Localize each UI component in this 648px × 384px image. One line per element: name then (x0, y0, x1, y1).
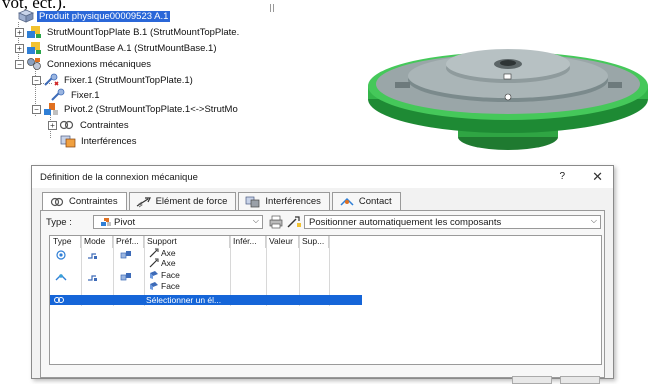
constraints-icon (49, 196, 65, 208)
pivot-icon (101, 218, 111, 226)
ok-button[interactable] (512, 376, 552, 384)
expand-icon[interactable]: + (48, 120, 57, 130)
constraints-panel: Type : Pivot ⌵ Positionner automatiqueme… (40, 210, 605, 378)
expand-icon[interactable]: + (15, 43, 24, 53)
tree-item-connexions[interactable]: − Connexions mécaniques (15, 56, 153, 72)
positioning-dropdown-value: Positionner automatiquement les composan… (309, 217, 502, 228)
select-element-prompt: Sélectionner un él... (146, 295, 222, 305)
part-icon (26, 25, 42, 39)
connections-icon (26, 57, 42, 71)
support-cell[interactable]: Axe (149, 248, 176, 258)
support-value: Axe (161, 248, 176, 258)
tree-item-label: Connexions mécaniques (47, 58, 152, 70)
dialog-title: Définition de la connexion mécanique (32, 166, 613, 188)
column-header-inference[interactable]: Infér... (230, 236, 266, 248)
contact-constraint-icon[interactable] (55, 272, 67, 282)
fix-constraint-icon (50, 88, 66, 102)
tab-label: Interférences (265, 196, 321, 207)
close-icon[interactable]: ✕ (592, 169, 603, 185)
tree-item-label: StrutMountTopPlate B.1 (StrutMountTopPla… (47, 26, 240, 38)
type-dropdown[interactable]: Pivot ⌵ (93, 215, 263, 229)
constraints-table: Type Mode Préf... Support Infér... Valeu… (49, 235, 602, 365)
tree-root-label: Produit physique00009523 A.1 (37, 10, 171, 22)
tab-label: Contraintes (69, 196, 118, 207)
constraints-icon (59, 118, 75, 132)
tab-contraintes[interactable]: Contraintes (42, 192, 127, 211)
expand-icon[interactable]: + (15, 27, 24, 37)
support-value: Face (161, 281, 180, 291)
tree-item-contraintes[interactable]: + Contraintes (48, 117, 131, 133)
tab-label: Elément de force (155, 196, 228, 207)
face-icon (150, 271, 158, 279)
cancel-button[interactable] (560, 376, 600, 384)
mode-icon[interactable] (87, 272, 99, 282)
tree-item-pivot[interactable]: − Pivot.2 (StrutMountTopPlate.1<->StrutM… (32, 101, 240, 117)
support-cell[interactable]: Axe (149, 258, 176, 268)
support-value: Axe (161, 258, 176, 268)
3d-part-model[interactable] (340, 14, 648, 174)
product-icon (17, 9, 35, 23)
collapse-icon[interactable]: − (15, 59, 24, 69)
tree-item-label: Interférences (81, 135, 137, 147)
tree-item-label: Contraintes (80, 119, 129, 131)
column-header-sup[interactable]: Sup... (299, 236, 329, 248)
tab-label: Contact (358, 196, 392, 207)
column-header-valeur[interactable]: Valeur (266, 236, 299, 248)
support-cell[interactable]: Face (149, 281, 180, 291)
auto-position-icon[interactable] (286, 215, 302, 229)
column-header-type[interactable]: Type (50, 236, 81, 248)
tab-bar: Contraintes Elément de force Interférenc… (42, 192, 403, 211)
table-row-new[interactable]: Sélectionner un él... (50, 295, 362, 305)
chevron-down-icon: ⌵ (252, 216, 259, 225)
tree-item-label: StrutMountBase A.1 (StrutMountBase.1) (47, 42, 217, 54)
tree-item-fixer-group[interactable]: − Fixer.1 (StrutMountTopPlate.1) (32, 72, 195, 88)
help-button[interactable]: ? (559, 171, 565, 182)
axis-icon (149, 248, 159, 258)
face-icon (150, 282, 158, 290)
contact-icon (339, 196, 355, 208)
tab-element-de-force[interactable]: Elément de force (128, 192, 237, 210)
coincidence-icon[interactable] (56, 250, 66, 260)
fixer-icon (43, 73, 59, 87)
tree-item-label: Pivot.2 (StrutMountTopPlate.1<->StrutMo (64, 103, 238, 115)
support-cell[interactable]: Face (149, 270, 180, 280)
mechanical-connection-dialog: Définition de la connexion mécanique ? ✕… (31, 165, 614, 379)
column-header-pref[interactable]: Préf... (113, 236, 144, 248)
preference-icon[interactable] (120, 272, 132, 282)
tree-item-label: Fixer.1 (71, 89, 100, 101)
positioning-dropdown[interactable]: Positionner automatiquement les composan… (304, 215, 601, 229)
part-icon (26, 41, 42, 55)
type-label: Type : (46, 217, 72, 228)
type-dropdown-value: Pivot (114, 217, 136, 228)
tree-item-strutmounttopplate[interactable]: + StrutMountTopPlate B.1 (StrutMountTopP… (15, 24, 241, 40)
force-icon (136, 196, 152, 208)
pivot-icon (43, 102, 59, 116)
mode-icon[interactable] (87, 250, 99, 260)
tab-contact[interactable]: Contact (331, 192, 401, 210)
chevron-down-icon: ⌵ (590, 216, 597, 225)
tree-root-item[interactable]: Produit physique00009523 A.1 (17, 8, 171, 24)
specification-tree: Produit physique00009523 A.1 + StrutMoun… (0, 0, 300, 160)
axis-icon (149, 258, 159, 268)
tree-item-interferences[interactable]: Interférences (60, 133, 138, 149)
interference-icon (60, 134, 76, 148)
collapse-icon[interactable]: − (32, 104, 41, 114)
support-value: Face (161, 270, 180, 280)
constraint-new-icon (54, 297, 64, 303)
tree-item-label: Fixer.1 (StrutMountTopPlate.1) (64, 74, 193, 86)
interference-icon (245, 196, 261, 208)
tree-item-strutmountbase[interactable]: + StrutMountBase A.1 (StrutMountBase.1) (15, 40, 219, 56)
column-header-support[interactable]: Support (144, 236, 230, 248)
preference-icon[interactable] (120, 250, 132, 260)
column-header-mode[interactable]: Mode (81, 236, 113, 248)
tab-interferences[interactable]: Interférences (238, 192, 330, 210)
collapse-icon[interactable]: − (32, 75, 41, 85)
print-icon[interactable] (268, 215, 284, 229)
